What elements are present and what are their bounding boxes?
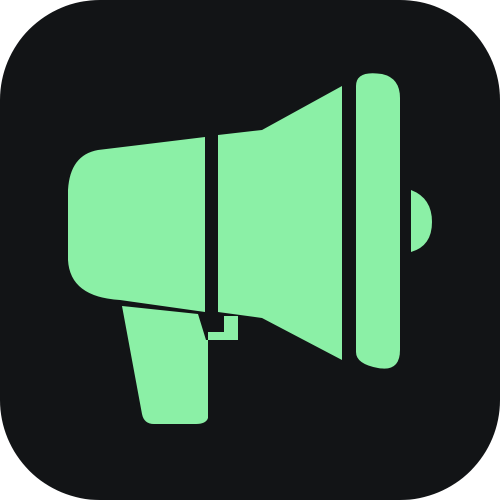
megaphone-bell [356,73,400,369]
megaphone-icon [0,0,500,500]
megaphone-body [68,137,205,312]
app-icon-stage [0,0,500,500]
megaphone-handle-connector [205,315,223,331]
